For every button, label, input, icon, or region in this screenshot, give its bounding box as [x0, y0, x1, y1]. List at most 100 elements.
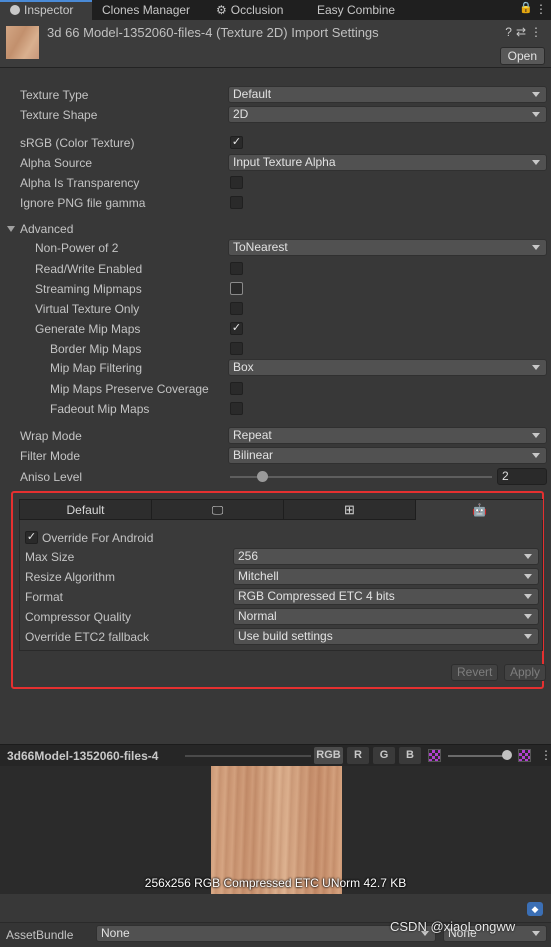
foldout-arrow-icon[interactable] [7, 226, 15, 232]
streaming-mipmaps-checkbox[interactable] [230, 282, 243, 295]
generate-mip-maps-checkbox[interactable]: ✓ [230, 322, 243, 335]
chevron-down-icon [532, 365, 540, 370]
alpha-checker-icon[interactable] [428, 749, 441, 762]
header-icons: ?⇄⋮ [505, 25, 546, 39]
field-label: Streaming Mipmaps [35, 282, 142, 296]
chevron-down-icon [532, 453, 540, 458]
virtual-texture-only-checkbox[interactable] [230, 302, 243, 315]
channel-g-button[interactable]: G [373, 747, 395, 764]
field-label: Virtual Texture Only [35, 302, 140, 316]
chevron-down-icon [532, 92, 540, 97]
field-label: Ignore PNG file gamma [20, 196, 146, 210]
alpha-transparency-checkbox[interactable] [230, 176, 243, 189]
open-button[interactable]: Open [499, 47, 545, 65]
windows-icon: ⊞ [344, 502, 355, 517]
srgb-checkbox[interactable]: ✓ [230, 136, 243, 149]
monitor-icon: 🖵 [211, 503, 224, 517]
tab-platform-android[interactable]: 🤖 [416, 500, 543, 520]
alpha-source-row: Alpha Source Input Texture Alpha [0, 153, 551, 173]
advanced-foldout[interactable]: Advanced [0, 219, 551, 239]
non-power-of-2-dropdown[interactable]: ToNearest [228, 239, 547, 256]
tab-label: Default [66, 503, 105, 517]
read-write-checkbox[interactable] [230, 262, 243, 275]
kebab-menu-icon[interactable]: ⋮ [530, 25, 546, 39]
ignore-png-gamma-row: Ignore PNG file gamma [0, 193, 551, 213]
preview-title: 3d66Model-1352060-files-4 [7, 749, 159, 763]
field-label: Border Mip Maps [50, 342, 142, 356]
etc2-fallback-row: Override ETC2 fallback Use build setting… [0, 627, 551, 647]
texture-shape-dropdown[interactable]: 2D [228, 106, 547, 123]
preserve-coverage-checkbox[interactable] [230, 382, 243, 395]
channel-rgb-button[interactable]: RGB [314, 747, 343, 764]
mipmap-checker-icon[interactable] [518, 749, 531, 762]
platform-tab-bar: Default 🖵 ⊞ 🤖 [19, 499, 543, 520]
asset-bundle-dropdown[interactable]: None [96, 925, 436, 942]
aniso-level-row: Aniso Level 2 [0, 467, 551, 487]
tab-easy-combine[interactable]: Easy Combine [317, 0, 417, 20]
dropdown-value: 2D [233, 107, 249, 121]
alpha-source-dropdown[interactable]: Input Texture Alpha [228, 154, 547, 171]
filter-mode-dropdown[interactable]: Bilinear [228, 447, 547, 464]
channel-b-button[interactable]: B [399, 747, 421, 764]
override-android-row: ✓ Override For Android [0, 528, 551, 548]
texture-thumbnail [6, 26, 39, 59]
label-tag-icon[interactable]: ◆ [527, 902, 543, 916]
format-dropdown[interactable]: RGB Compressed ETC 4 bits [233, 588, 539, 605]
android-icon: 🤖 [472, 503, 487, 517]
kebab-menu-icon[interactable]: ⋮ [535, 2, 547, 16]
dropdown-value: Mitchell [238, 569, 279, 583]
preset-sliders-icon[interactable]: ⇄ [516, 25, 530, 39]
aniso-level-slider[interactable] [230, 476, 492, 478]
resize-algorithm-dropdown[interactable]: Mitchell [233, 568, 539, 585]
virtual-texture-only-row: Virtual Texture Only [0, 299, 551, 319]
dropdown-value: Bilinear [233, 448, 274, 462]
mip-map-filtering-dropdown[interactable]: Box [228, 359, 547, 376]
max-size-dropdown[interactable]: 256 [233, 548, 539, 565]
field-label: Non-Power of 2 [35, 241, 119, 255]
override-android-checkbox[interactable]: ✓ [25, 531, 38, 544]
etc2-fallback-dropdown[interactable]: Use build settings [233, 628, 539, 645]
chevron-down-icon [524, 554, 532, 559]
apply-button[interactable]: Apply [504, 664, 547, 681]
dropdown-value: Use build settings [238, 629, 333, 643]
tab-occlusion[interactable]: ⚙ Occlusion [216, 0, 308, 20]
revert-button[interactable]: Revert [451, 664, 499, 681]
field-label: Texture Shape [20, 108, 98, 122]
drag-handle[interactable] [185, 755, 311, 757]
field-label: Compressor Quality [25, 610, 132, 624]
mip-level-slider-handle[interactable] [502, 750, 512, 760]
tab-clones-manager[interactable]: Clones Manager [102, 0, 212, 20]
lock-icon[interactable]: 🔒 [519, 1, 533, 14]
tab-platform-standalone[interactable]: 🖵 [152, 500, 284, 520]
aniso-level-input[interactable]: 2 [497, 468, 547, 485]
gear-icon: ⚙ [216, 3, 227, 17]
compressor-quality-dropdown[interactable]: Normal [233, 608, 539, 625]
read-write-row: Read/Write Enabled [0, 259, 551, 279]
tab-platform-windows[interactable]: ⊞ [284, 500, 416, 520]
channel-r-button[interactable]: R [347, 747, 369, 764]
chevron-down-icon [524, 634, 532, 639]
dropdown-value: Normal [238, 609, 277, 623]
help-icon[interactable]: ? [505, 25, 516, 39]
chevron-down-icon [524, 594, 532, 599]
texture-type-dropdown[interactable]: Default [228, 86, 547, 103]
max-size-row: Max Size 256 [0, 547, 551, 567]
inspector-header: 3d 66 Model-1352060-files-4 (Texture 2D)… [0, 20, 551, 68]
border-mip-maps-row: Border Mip Maps [0, 339, 551, 359]
texture-info-label: 256x256 RGB Compressed ETC UNorm 42.7 KB [144, 876, 407, 890]
texture-preview-area: 256x256 RGB Compressed ETC UNorm 42.7 KB [0, 766, 551, 894]
tab-platform-default[interactable]: Default [20, 500, 152, 520]
texture-preview-image [211, 766, 342, 894]
aniso-level-slider-handle[interactable] [257, 471, 269, 482]
ignore-png-gamma-checkbox[interactable] [230, 196, 243, 209]
mip-level-slider[interactable] [448, 755, 508, 757]
kebab-menu-icon[interactable]: ⋮ [540, 748, 551, 762]
wrap-mode-dropdown[interactable]: Repeat [228, 427, 547, 444]
tab-inspector[interactable]: Inspector [0, 0, 92, 20]
chevron-down-icon [532, 112, 540, 117]
border-mip-maps-checkbox[interactable] [230, 342, 243, 355]
dropdown-value: ToNearest [233, 240, 288, 254]
generate-mip-maps-row: Generate Mip Maps ✓ [0, 319, 551, 339]
field-label: Generate Mip Maps [35, 322, 141, 336]
fadeout-mip-maps-checkbox[interactable] [230, 402, 243, 415]
